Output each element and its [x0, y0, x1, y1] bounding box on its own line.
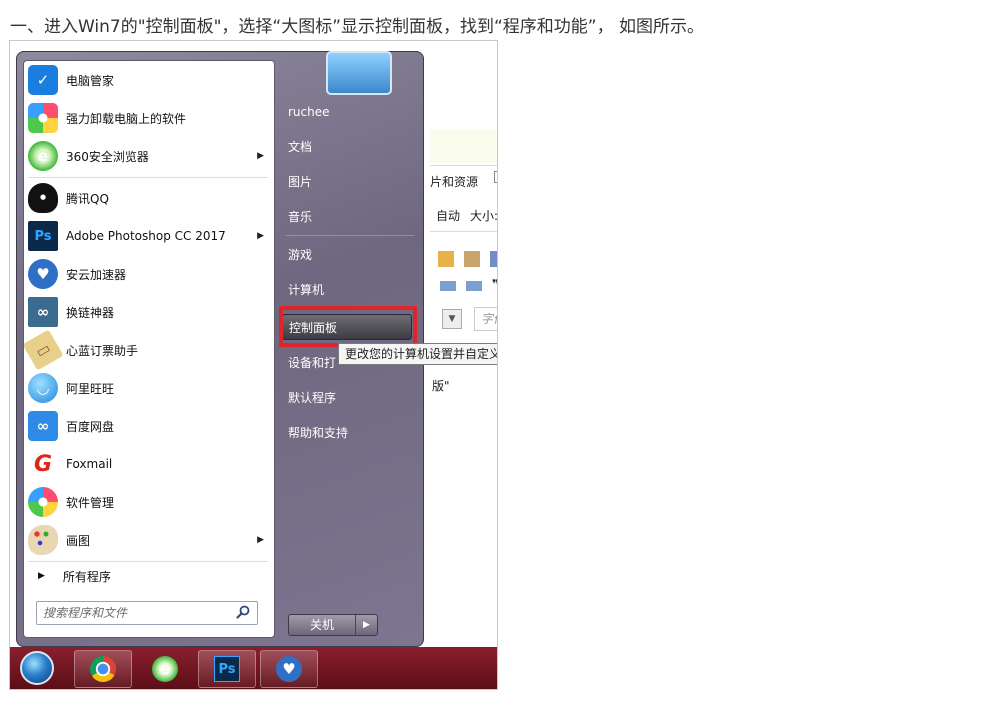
baidu-cloud-icon: ∞ [28, 411, 58, 441]
indent-icon[interactable] [440, 281, 456, 291]
paint-palette-icon [28, 525, 58, 555]
programs-pane: ✓ 电脑管家 强力卸载电脑上的软件 e 360安全浏览器 ▶ • 腾讯QQ Ps… [23, 60, 275, 638]
program-item[interactable]: ◡ 阿里旺旺 [24, 369, 274, 407]
toolbar-icon[interactable] [438, 251, 454, 267]
size-label: 大小: [470, 209, 498, 223]
program-item[interactable]: 软件管理 [24, 483, 274, 521]
user-folder-link[interactable]: ruchee [282, 99, 412, 125]
program-item[interactable]: • 腾讯QQ [24, 179, 274, 217]
separator [28, 561, 268, 562]
games-link[interactable]: 游戏 [282, 242, 412, 268]
submenu-arrow-icon: ▶ [257, 151, 264, 161]
shutdown-options-arrow-icon[interactable]: ▶ [356, 615, 377, 635]
submenu-arrow-icon: ▶ [257, 535, 264, 545]
program-item[interactable]: ∞ 换链神器 [24, 293, 274, 331]
separator [286, 235, 414, 236]
all-programs-button[interactable]: ▶ 所有程序 [24, 563, 274, 589]
flower-software-icon [28, 103, 58, 133]
play-arrow-icon: ▶ [38, 571, 45, 581]
toolbar-icon[interactable] [464, 251, 480, 267]
taskbar-photoshop-button[interactable]: Ps [198, 650, 256, 688]
instruction-caption: 一、进入Win7的"控制面板"，选择“大图标”显示控制面板，找到“程序和功能”，… [10, 17, 705, 37]
program-item[interactable]: ▭ 心蓝订票助手 [24, 329, 274, 371]
separator [28, 177, 268, 178]
program-item[interactable]: Ps Adobe Photoshop CC 2017 ▶ [24, 217, 274, 255]
photoshop-icon: Ps [28, 221, 58, 251]
chrome-icon [90, 656, 116, 682]
link-chain-icon: ∞ [28, 297, 58, 327]
pictures-resources-text: 片和资源 [430, 175, 479, 189]
aliwangwang-icon: ◡ [28, 373, 58, 403]
start-button[interactable] [20, 651, 54, 685]
quote-icon[interactable]: ❞ [492, 277, 497, 291]
pictures-link[interactable]: 图片 [282, 169, 412, 195]
user-picture[interactable] [326, 51, 392, 95]
search-input[interactable] [43, 603, 229, 623]
doc-text-fragment: 版" [432, 379, 450, 393]
screenshot-frame: 片和资源 自动 大小: ❞ ▼ 字体 版" ✓ 电脑管家 强力卸载电脑上的软件 … [9, 40, 498, 690]
photoshop-icon: Ps [214, 656, 240, 682]
qq-penguin-icon: • [28, 183, 58, 213]
devices-printers-link[interactable]: 设备和打 [282, 350, 340, 376]
dropdown-button[interactable]: ▼ [442, 309, 462, 329]
program-item[interactable]: ∞ 百度网盘 [24, 407, 274, 445]
program-item[interactable]: 强力卸载电脑上的软件 [24, 99, 274, 137]
checkbox[interactable] [494, 171, 497, 183]
taskbar-chrome-button[interactable] [74, 650, 132, 688]
help-support-link[interactable]: 帮助和支持 [282, 420, 412, 446]
outdent-icon[interactable] [466, 281, 482, 291]
font-select[interactable]: 字体 [474, 307, 497, 331]
submenu-arrow-icon: ▶ [257, 231, 264, 241]
program-item[interactable]: e 360安全浏览器 ▶ [24, 137, 274, 175]
360-browser-icon: e [152, 656, 178, 682]
search-icon[interactable] [235, 604, 251, 620]
shutdown-button[interactable]: 关机 [289, 615, 356, 635]
heart-shield-icon: ♥ [276, 656, 302, 682]
taskbar: e Ps ♥ [10, 647, 497, 689]
program-item[interactable]: G Foxmail [24, 445, 274, 483]
software-manager-icon [28, 487, 58, 517]
auto-text: 自动 [436, 209, 461, 223]
shutdown-button-group: 关机 ▶ [288, 614, 378, 636]
program-item[interactable]: ♥ 安云加速器 [24, 255, 274, 293]
ticket-icon: ▭ [24, 329, 64, 371]
toolbar-icon[interactable] [490, 251, 497, 267]
program-item[interactable]: 画图 ▶ [24, 521, 274, 559]
highlight-box [279, 306, 417, 347]
documents-link[interactable]: 文档 [282, 134, 412, 160]
taskbar-360-button[interactable]: e [136, 650, 194, 688]
taskbar-accelerator-button[interactable]: ♥ [260, 650, 318, 688]
360-browser-icon: e [28, 141, 58, 171]
computer-link[interactable]: 计算机 [282, 277, 412, 303]
heart-shield-icon: ♥ [28, 259, 58, 289]
default-programs-link[interactable]: 默认程序 [282, 385, 412, 411]
search-box[interactable] [36, 601, 258, 625]
tencent-pc-manager-icon: ✓ [28, 65, 58, 95]
foxmail-icon: G [28, 449, 58, 479]
tooltip: 更改您的计算机设置并自定义 [338, 343, 497, 365]
program-item[interactable]: ✓ 电脑管家 [24, 61, 274, 99]
music-link[interactable]: 音乐 [282, 204, 412, 230]
